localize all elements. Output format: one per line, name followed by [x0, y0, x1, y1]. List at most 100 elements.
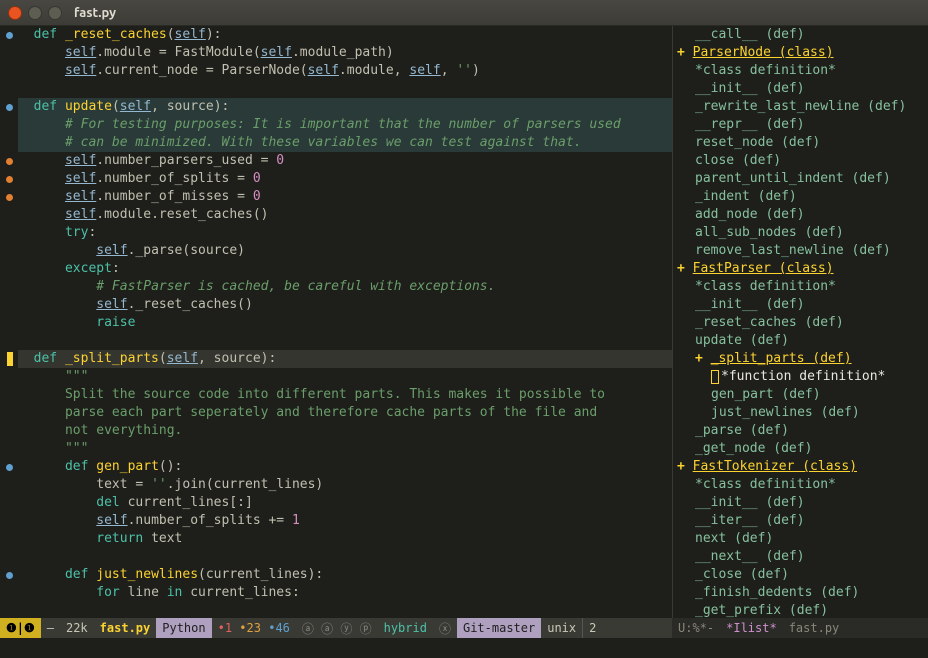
outline-item[interactable]: parent_until_indent (def) — [673, 170, 928, 188]
code-line[interactable]: def update(self, source): — [18, 98, 672, 116]
modeline-dash: — — [41, 618, 60, 638]
outline-item[interactable]: update (def) — [673, 332, 928, 350]
outline-item[interactable]: *class definition* — [673, 62, 928, 80]
outline-item[interactable]: _finish_dedents (def) — [673, 584, 928, 602]
code-line[interactable]: text = ''.join(current_lines) — [18, 476, 672, 494]
code-line[interactable]: self.current_node = ParserNode(self.modu… — [18, 62, 672, 80]
expand-plus-icon[interactable]: + — [695, 351, 711, 366]
code-line[interactable]: except: — [18, 260, 672, 278]
outline-item[interactable]: reset_node (def) — [673, 134, 928, 152]
window-title: fast.py — [74, 6, 116, 20]
gutter-dot-icon — [6, 464, 13, 471]
outline-item[interactable]: __next__ (def) — [673, 548, 928, 566]
code-line[interactable] — [18, 332, 672, 350]
outline-item[interactable]: __init__ (def) — [673, 296, 928, 314]
code-line[interactable]: def gen_part(): — [18, 458, 672, 476]
code-line[interactable]: self.number_parsers_used = 0 — [18, 152, 672, 170]
outline-item[interactable]: + ParserNode (class) — [673, 44, 928, 62]
code-line[interactable]: self.number_of_misses = 0 — [18, 188, 672, 206]
fringe-row — [0, 584, 18, 602]
echo-area — [0, 638, 928, 658]
code-area[interactable]: def _reset_caches(self): self.module = F… — [18, 26, 672, 618]
code-line[interactable]: def _reset_caches(self): — [18, 26, 672, 44]
outline-item[interactable]: _indent (def) — [673, 188, 928, 206]
code-line[interactable]: self.number_of_splits = 0 — [18, 170, 672, 188]
outline-modeline-left: U:%*- — [672, 618, 720, 638]
outline-item[interactable]: all_sub_nodes (def) — [673, 224, 928, 242]
outline-item[interactable]: remove_last_newline (def) — [673, 242, 928, 260]
expand-plus-icon[interactable]: + — [677, 45, 693, 60]
code-line[interactable]: self._parse(source) — [18, 242, 672, 260]
fringe-row — [0, 98, 18, 116]
outline-item[interactable]: __init__ (def) — [673, 494, 928, 512]
outline-item[interactable]: __repr__ (def) — [673, 116, 928, 134]
outline-item[interactable]: next (def) — [673, 530, 928, 548]
code-line[interactable] — [18, 80, 672, 98]
code-line[interactable]: return text — [18, 530, 672, 548]
code-line[interactable]: def _split_parts(self, source): — [18, 350, 672, 368]
outline-item[interactable]: close (def) — [673, 152, 928, 170]
outline-item[interactable]: just_newlines (def) — [673, 404, 928, 422]
code-line[interactable]: # can be minimized. With these variables… — [18, 134, 672, 152]
outline-label: _reset_caches (def) — [695, 315, 844, 330]
editor-modeline: ❶|❶ — 22k fast.py Python •1 •23 •46 ⓐ ⓐ … — [0, 618, 672, 638]
code-line[interactable]: parse each part seperately and therefore… — [18, 404, 672, 422]
code-line[interactable]: for line in current_lines: — [18, 584, 672, 602]
outline-label: add_node (def) — [695, 207, 805, 222]
code-line[interactable]: try: — [18, 224, 672, 242]
outline-item[interactable]: _rewrite_last_newline (def) — [673, 98, 928, 116]
outline-item[interactable]: + FastParser (class) — [673, 260, 928, 278]
code-line[interactable]: self._reset_caches() — [18, 296, 672, 314]
code-line[interactable]: not everything. — [18, 422, 672, 440]
outline-item[interactable]: add_node (def) — [673, 206, 928, 224]
modeline-encoding: unix — [541, 618, 582, 638]
code-line[interactable]: def just_newlines(current_lines): — [18, 566, 672, 584]
code-line[interactable]: raise — [18, 314, 672, 332]
expand-plus-icon[interactable]: + — [677, 261, 693, 276]
code-line[interactable]: """ — [18, 440, 672, 458]
fringe-row — [0, 566, 18, 584]
code-line[interactable]: self.module = FastModule(self.module_pat… — [18, 44, 672, 62]
flycheck-errors: •1 — [218, 621, 232, 635]
outline-item[interactable]: _parse (def) — [673, 422, 928, 440]
code-line[interactable]: # For testing purposes: It is important … — [18, 116, 672, 134]
outline-item[interactable]: *class definition* — [673, 476, 928, 494]
outline-item[interactable]: _get_node (def) — [673, 440, 928, 458]
outline-item[interactable]: __iter__ (def) — [673, 512, 928, 530]
outline-item[interactable]: _get_prefix (def) — [673, 602, 928, 618]
code-line[interactable] — [18, 548, 672, 566]
editor-fringe — [0, 26, 18, 618]
code-line[interactable]: """ — [18, 368, 672, 386]
outline-list[interactable]: __call__ (def)+ ParserNode (class)*class… — [673, 26, 928, 618]
fringe-row — [0, 26, 18, 44]
modeline-vc: Git-master — [457, 618, 541, 638]
outline-item[interactable]: + _split_parts (def) — [673, 350, 928, 368]
code-line[interactable]: self.module.reset_caches() — [18, 206, 672, 224]
outline-item[interactable]: __init__ (def) — [673, 80, 928, 98]
code-line[interactable]: # FastParser is cached, be careful with … — [18, 278, 672, 296]
fringe-row — [0, 350, 18, 368]
minimize-button[interactable] — [28, 6, 42, 20]
code-line[interactable]: del current_lines[:] — [18, 494, 672, 512]
code-line[interactable]: self.number_of_splits += 1 — [18, 512, 672, 530]
fringe-row — [0, 242, 18, 260]
outline-label: _rewrite_last_newline (def) — [695, 99, 906, 114]
outline-item[interactable]: _reset_caches (def) — [673, 314, 928, 332]
outline-modeline: U:%*- *Ilist* fast.py — [672, 618, 928, 638]
outline-panel[interactable]: __call__ (def)+ ParserNode (class)*class… — [672, 26, 928, 618]
expand-plus-icon[interactable]: + — [677, 459, 693, 474]
outline-item[interactable]: _close (def) — [673, 566, 928, 584]
fringe-row — [0, 116, 18, 134]
maximize-button[interactable] — [48, 6, 62, 20]
outline-item[interactable]: gen_part (def) — [673, 386, 928, 404]
outline-item[interactable]: *class definition* — [673, 278, 928, 296]
close-button[interactable] — [8, 6, 22, 20]
code-line[interactable]: Split the source code into different par… — [18, 386, 672, 404]
outline-label: update (def) — [695, 333, 789, 348]
code-editor[interactable]: def _reset_caches(self): self.module = F… — [0, 26, 672, 618]
fringe-cursor-icon — [7, 352, 13, 366]
outline-item[interactable]: *function definition* — [673, 368, 928, 386]
outline-item[interactable]: __call__ (def) — [673, 26, 928, 44]
outline-label: FastParser (class) — [693, 261, 834, 276]
outline-item[interactable]: + FastTokenizer (class) — [673, 458, 928, 476]
